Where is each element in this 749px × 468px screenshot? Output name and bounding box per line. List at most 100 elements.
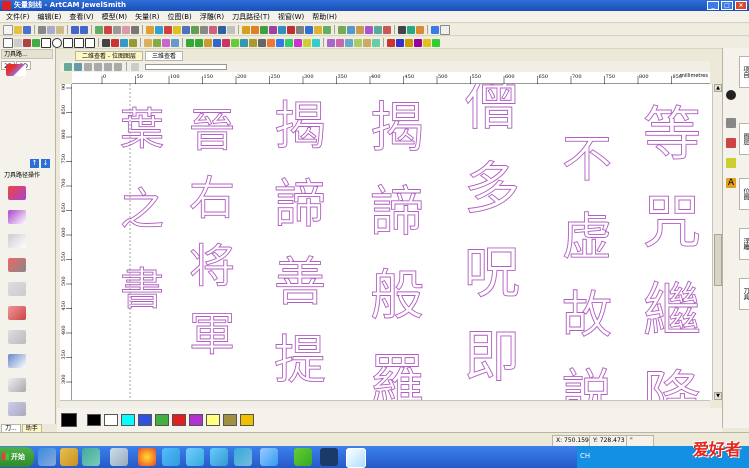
- tool-icon[interactable]: [8, 354, 26, 368]
- tool-icon[interactable]: [338, 25, 346, 34]
- tool-icon[interactable]: [423, 38, 431, 47]
- tool-icon[interactable]: [231, 38, 239, 47]
- tool-icon[interactable]: [276, 38, 284, 47]
- tool-icon[interactable]: [200, 25, 208, 34]
- color-swatch[interactable]: [138, 414, 152, 426]
- right-tab[interactable]: 项目: [739, 56, 749, 88]
- calligraphy-character[interactable]: 僧: [464, 84, 521, 138]
- menu-relief[interactable]: 浮雕(R): [196, 12, 228, 22]
- tool-icon[interactable]: [278, 25, 286, 34]
- tool-icon[interactable]: [122, 25, 130, 34]
- calligraphy-character[interactable]: 等: [643, 100, 702, 169]
- zoom-fit-icon[interactable]: [84, 62, 92, 71]
- tool-icon[interactable]: [285, 38, 293, 47]
- tool-icon[interactable]: [227, 25, 235, 34]
- calligraphy-character[interactable]: 諦: [370, 180, 425, 244]
- redo-icon[interactable]: [80, 25, 88, 34]
- tool-icon[interactable]: [414, 38, 422, 47]
- save-icon[interactable]: [23, 25, 31, 34]
- zoom-in-icon[interactable]: [64, 62, 72, 71]
- tool-icon[interactable]: [218, 25, 226, 34]
- tool-icon[interactable]: [204, 38, 212, 47]
- engraving-icon[interactable]: [8, 258, 26, 272]
- profile-toolpath-icon[interactable]: [8, 186, 26, 200]
- tool-icon[interactable]: [365, 25, 373, 34]
- tool-icon[interactable]: [398, 25, 406, 34]
- tool-icon[interactable]: [327, 38, 335, 47]
- browser-icon[interactable]: [138, 448, 156, 466]
- tool-icon[interactable]: [162, 38, 170, 47]
- toolpath-2d-icon[interactable]: [6, 64, 26, 76]
- tool-icon[interactable]: [23, 38, 31, 47]
- horizontal-scrollbar[interactable]: [60, 400, 710, 408]
- cloud-icon[interactable]: [162, 448, 180, 466]
- tool-icon[interactable]: [305, 25, 313, 34]
- new-file-icon[interactable]: [3, 24, 13, 35]
- ie-icon[interactable]: [38, 448, 56, 466]
- tool-icon[interactable]: [191, 25, 199, 34]
- star-icon[interactable]: [74, 37, 84, 48]
- cloud-icon[interactable]: [186, 448, 204, 466]
- contrast-slider[interactable]: [145, 63, 227, 70]
- tool-icon[interactable]: [312, 38, 320, 47]
- maximize-button[interactable]: □: [721, 1, 733, 10]
- tool-icon[interactable]: [726, 138, 736, 148]
- calligraphy-character[interactable]: 之: [120, 184, 165, 236]
- color-swatch[interactable]: [104, 414, 118, 426]
- tool-icon[interactable]: [144, 38, 152, 47]
- ellipse-icon[interactable]: [52, 37, 62, 48]
- tool-icon[interactable]: [131, 25, 139, 34]
- tool-icon[interactable]: [8, 378, 26, 392]
- tool-icon[interactable]: [186, 38, 194, 47]
- tab-3d-view[interactable]: 三维查看: [144, 51, 183, 61]
- tool-icon[interactable]: [336, 38, 344, 47]
- tool-icon[interactable]: [294, 38, 302, 47]
- tool-icon[interactable]: [213, 38, 221, 47]
- tool-icon[interactable]: [407, 25, 415, 34]
- tool-icon[interactable]: [129, 38, 137, 47]
- tool-icon[interactable]: [171, 38, 179, 47]
- calligraphy-character[interactable]: 諦: [274, 175, 327, 236]
- calligraphy-character[interactable]: 即: [464, 325, 521, 391]
- menu-file[interactable]: 文件(F): [2, 12, 34, 22]
- calligraphy-character[interactable]: 晉: [189, 103, 236, 158]
- color-swatch[interactable]: [223, 414, 237, 426]
- color-swatch[interactable]: [121, 414, 135, 426]
- tool-icon[interactable]: [374, 25, 382, 34]
- paste-icon[interactable]: [56, 25, 64, 34]
- menu-view[interactable]: 查看(V): [65, 12, 97, 22]
- text-icon[interactable]: [102, 38, 110, 47]
- tool-icon[interactable]: [258, 38, 266, 47]
- tool-icon[interactable]: [111, 38, 119, 47]
- tool-icon[interactable]: [32, 38, 40, 47]
- menu-help[interactable]: 帮助(H): [308, 12, 341, 22]
- tool-icon[interactable]: [95, 25, 103, 34]
- tool-icon[interactable]: [182, 25, 190, 34]
- color-swatch[interactable]: [206, 414, 220, 426]
- ie-icon[interactable]: [260, 448, 278, 466]
- tool-icon[interactable]: [347, 25, 355, 34]
- right-tab[interactable]: 刀具: [739, 278, 749, 310]
- tool-icon[interactable]: [8, 330, 26, 344]
- rectangle-icon[interactable]: [41, 37, 51, 48]
- folder-icon[interactable]: [60, 448, 78, 466]
- menu-vector[interactable]: 矢量(R): [131, 12, 163, 22]
- tool-icon[interactable]: [209, 25, 217, 34]
- tool-icon[interactable]: [372, 38, 380, 47]
- calligraphy-character[interactable]: 降: [643, 364, 702, 400]
- color-dot-icon[interactable]: [726, 90, 736, 100]
- tool-icon[interactable]: [113, 25, 121, 34]
- tool-icon[interactable]: [726, 158, 736, 168]
- tool-icon[interactable]: [222, 38, 230, 47]
- color-swatch[interactable]: [87, 414, 101, 426]
- document-icon[interactable]: [110, 448, 128, 466]
- scroll-up-button[interactable]: ▲: [714, 84, 722, 92]
- scroll-down-button[interactable]: ▼: [714, 392, 722, 400]
- network-icon[interactable]: [234, 448, 252, 466]
- arc-icon[interactable]: [85, 37, 95, 48]
- delete-toolpath-icon[interactable]: [8, 306, 26, 320]
- color-swatch[interactable]: [240, 414, 254, 426]
- tool-icon[interactable]: [240, 38, 248, 47]
- tool-icon[interactable]: [405, 38, 413, 47]
- tool-icon[interactable]: [303, 38, 311, 47]
